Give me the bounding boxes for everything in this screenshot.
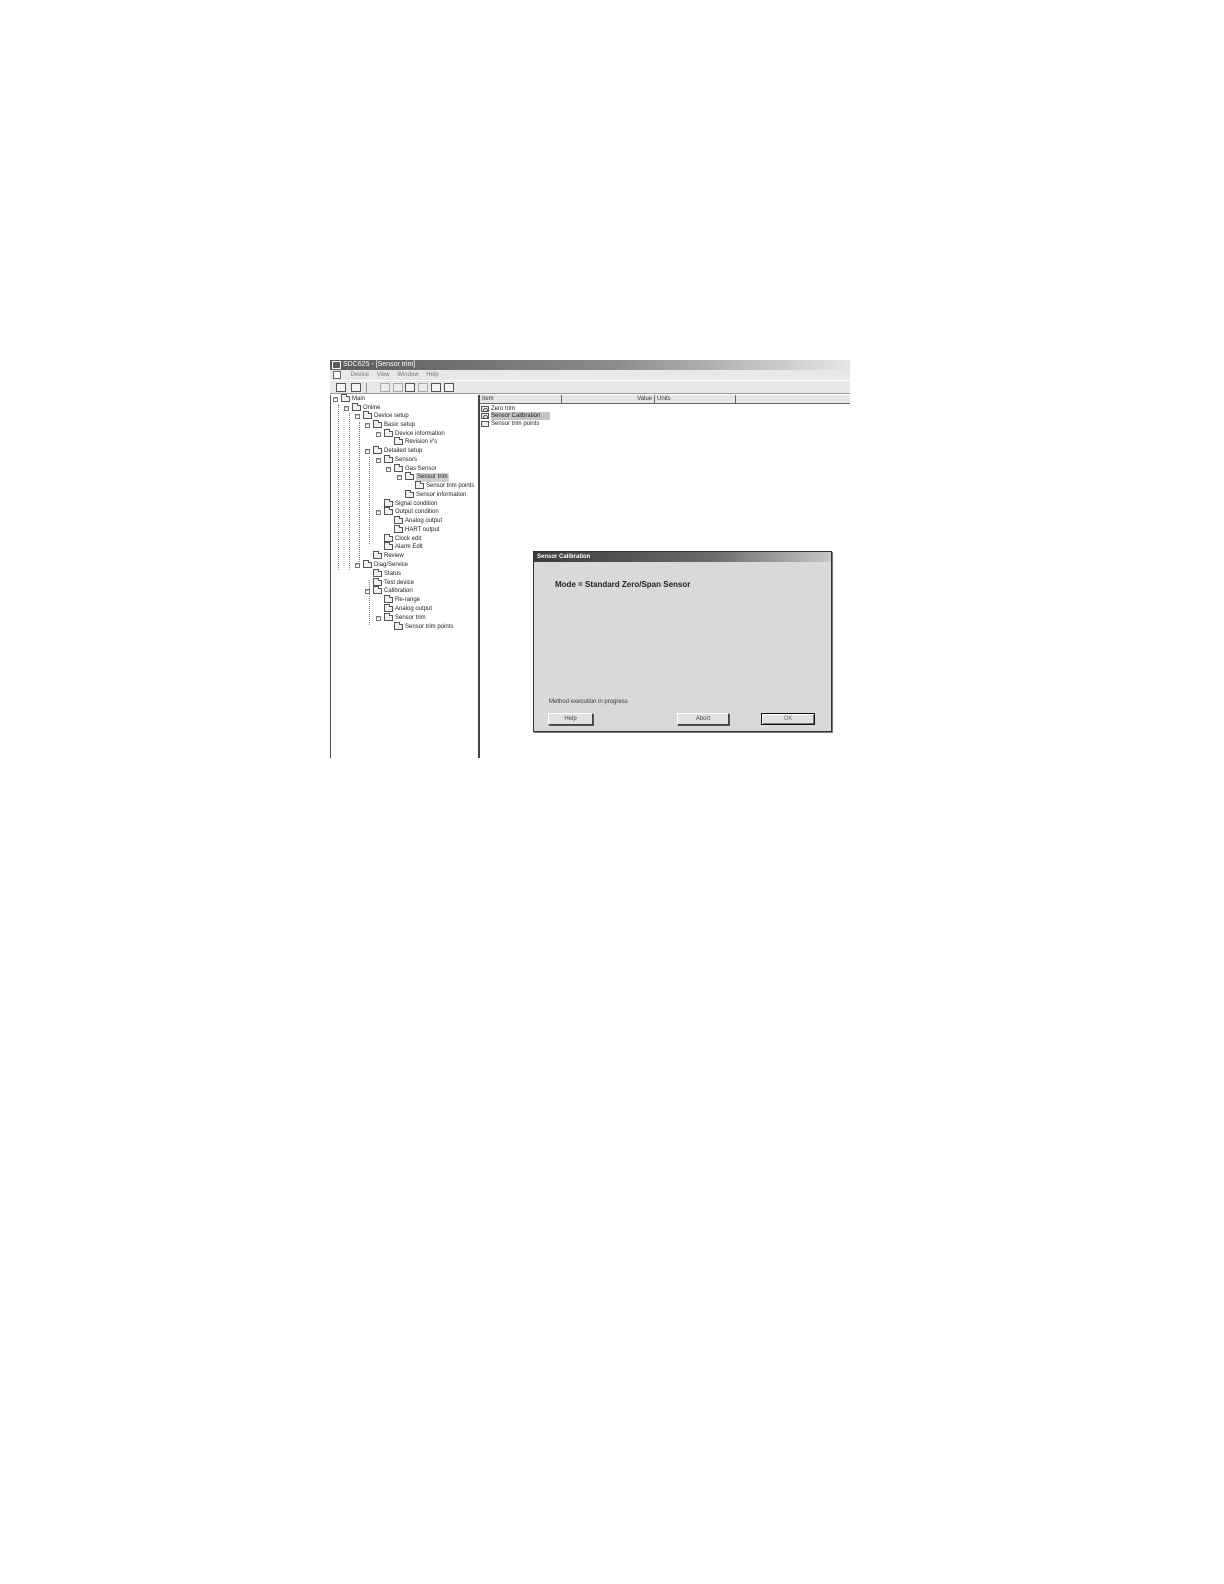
tree-line bbox=[359, 422, 360, 562]
app-icon bbox=[332, 361, 341, 369]
new-document-icon[interactable] bbox=[336, 383, 346, 392]
folder-icon bbox=[405, 490, 414, 498]
column-header-item[interactable]: Item bbox=[480, 395, 562, 404]
title-bar: SDC625 - [Sensor trim] bbox=[330, 360, 850, 370]
download-icon[interactable] bbox=[444, 383, 454, 392]
device-tree: − Main − Online − Device setup − Basic setup… bbox=[330, 394, 480, 758]
folder-icon bbox=[384, 613, 393, 621]
column-header-units[interactable]: Units bbox=[655, 395, 736, 404]
folder-icon bbox=[415, 481, 424, 489]
menu-device[interactable]: Device bbox=[351, 370, 369, 380]
folder-icon bbox=[373, 569, 382, 577]
toolbar bbox=[330, 380, 850, 394]
menu-view[interactable]: View bbox=[377, 370, 390, 380]
folder-icon bbox=[384, 595, 393, 603]
folder-open-icon bbox=[405, 472, 414, 480]
folder-icon bbox=[394, 525, 403, 533]
folder-icon bbox=[373, 551, 382, 559]
folder-icon bbox=[394, 464, 403, 472]
folder-icon bbox=[384, 429, 393, 437]
help-button[interactable]: Help bbox=[548, 713, 593, 725]
copy-icon[interactable] bbox=[418, 383, 428, 392]
document-icon[interactable] bbox=[333, 371, 341, 379]
folder-icon bbox=[384, 455, 393, 463]
folder-icon bbox=[394, 516, 403, 524]
column-header-value[interactable]: Value bbox=[562, 395, 655, 404]
abort-button[interactable]: Abort bbox=[677, 713, 729, 725]
column-header-blank bbox=[736, 395, 850, 404]
dialog-status-text: Method execution in progress bbox=[549, 699, 628, 705]
upload-icon[interactable] bbox=[431, 383, 441, 392]
dialog-mode-text: Mode = Standard Zero/Span Sensor bbox=[555, 580, 691, 589]
dialog-title: Sensor Calibration bbox=[534, 552, 831, 562]
save-icon[interactable] bbox=[380, 383, 390, 392]
method-icon bbox=[481, 413, 489, 419]
folder-icon bbox=[341, 394, 350, 402]
menu-help[interactable]: Help bbox=[426, 370, 438, 380]
menu-window[interactable]: Window bbox=[397, 370, 418, 380]
folder-icon bbox=[384, 542, 393, 550]
sensor-calibration-dialog: Sensor Calibration Mode = Standard Zero/… bbox=[533, 551, 832, 732]
tree-line bbox=[369, 580, 370, 625]
tree-line bbox=[349, 413, 350, 570]
folder-icon bbox=[384, 507, 393, 515]
print-icon[interactable] bbox=[393, 383, 403, 392]
folder-icon bbox=[384, 604, 393, 612]
toolbar-separator bbox=[366, 383, 367, 393]
folder-icon bbox=[481, 421, 489, 427]
device-icon bbox=[352, 403, 361, 411]
tree-line bbox=[369, 457, 370, 544]
ok-button[interactable]: OK bbox=[761, 713, 815, 725]
window-title: SDC625 - [Sensor trim] bbox=[343, 361, 416, 368]
menu-bar: Device View Window Help bbox=[330, 370, 850, 380]
refresh-icon[interactable] bbox=[405, 383, 415, 392]
method-icon bbox=[481, 406, 489, 412]
folder-icon bbox=[394, 622, 403, 630]
folder-icon bbox=[394, 437, 403, 445]
folder-icon bbox=[373, 586, 382, 594]
folder-icon bbox=[373, 446, 382, 454]
open-document-icon[interactable] bbox=[351, 383, 361, 392]
folder-icon bbox=[363, 560, 372, 568]
folder-icon bbox=[363, 411, 372, 419]
tree-line bbox=[338, 404, 339, 570]
folder-icon bbox=[373, 420, 382, 428]
